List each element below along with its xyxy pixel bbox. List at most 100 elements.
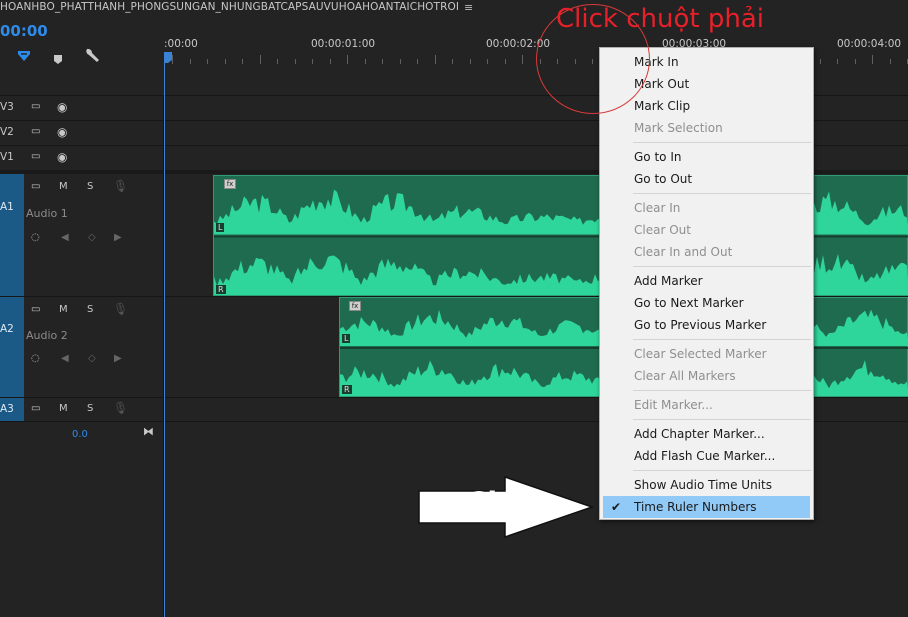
menu-separator [633,193,811,194]
fx-badge: fx [224,179,236,189]
ruler-tick [452,59,453,64]
eye-icon[interactable]: ◉ [57,125,67,139]
ruler-tick [190,59,191,64]
prev-keyframe-icon[interactable]: ◀ [61,353,69,364]
menu-separator [633,266,811,267]
ruler-label: 00:00:04:00 [837,38,902,50]
next-keyframe-icon[interactable]: ▶ [114,353,122,364]
menu-clear-out: Clear Out [634,223,691,237]
track-target-v3[interactable]: V3 [0,101,24,113]
menu-separator [633,390,811,391]
keyframe-icon[interactable]: ◇ [88,353,96,364]
panel-menu-icon[interactable]: ≡ [464,1,473,14]
microphone-icon[interactable]: 🎙 [113,401,128,415]
film-icon[interactable]: ▭ [31,403,40,414]
track-header-a2: A2 ▭ M S 🎙 Audio 2 ◌ ◀ ◇ ▶ [0,297,164,397]
menu-separator [633,470,811,471]
mute-button[interactable]: M [59,403,68,414]
film-icon[interactable]: ▭ [31,151,40,162]
track-name-a1: Audio 1 [26,207,68,220]
fit-icon[interactable]: ⧓ [143,425,154,438]
ruler-tick [470,59,471,64]
menu-go-to-previous-marker[interactable]: Go to Previous Marker [600,314,813,336]
fx-badge: fx [349,301,361,311]
channel-label-l: L [216,223,225,232]
track-name-a2: Audio 2 [26,329,68,342]
track-header-v2: V2 ▭ ◉ [0,121,164,145]
track-target-v1[interactable]: V1 [0,151,24,163]
menu-clear-selected-marker: Clear Selected Marker [634,347,767,361]
menu-separator [633,339,811,340]
menu-mark-selection: Mark Selection [634,121,723,135]
menu-time-ruler-numbers[interactable]: ✔ Time Ruler Numbers [603,496,810,518]
ruler-label: :00:00 [164,38,198,50]
ruler-tick [505,59,506,64]
ruler-context-menu: Mark In Mark Out Mark Clip Mark Selectio… [599,47,814,520]
ruler-label: 00:00:01:00 [311,38,376,50]
track-target-a2[interactable]: A2 [0,323,24,335]
solo-button[interactable]: S [87,304,93,315]
ruler-tick [417,59,418,64]
ruler-tick [522,55,523,64]
keyframe-icon[interactable]: ◇ [88,232,96,243]
track-header-v3: V3 ▭ ◉ [0,96,164,120]
mute-button[interactable]: M [59,304,68,315]
ruler-tick [487,59,488,64]
ruler-tick [295,59,296,64]
menu-add-flash-cue-marker[interactable]: Add Flash Cue Marker... [600,445,813,467]
menu-separator [633,142,811,143]
menu-clear-all-markers: Clear All Markers [634,369,736,383]
ruler-tick [260,55,261,64]
channel-label-r: R [342,385,352,394]
ruler-tick [890,59,891,64]
ruler-tick [820,59,821,64]
menu-show-audio-time-units[interactable]: Show Audio Time Units [600,474,813,496]
menu-time-ruler-numbers-label: Time Ruler Numbers [634,500,757,514]
microphone-icon[interactable]: 🎙 [113,179,128,193]
marker-icon[interactable] [53,50,63,69]
ruler-tick [365,59,366,64]
track-header-a1: A1 ▭ M S 🎙 Audio 1 ◌ ◀ ◇ ▶ [0,174,164,296]
snap-icon[interactable] [16,48,32,67]
volume-knob-icon[interactable]: ◌ [31,232,40,243]
ruler-tick [225,59,226,64]
film-icon[interactable]: ▭ [31,126,40,137]
track-target-a3[interactable]: A3 [0,403,24,415]
ruler-tick [312,59,313,64]
film-icon[interactable]: ▭ [31,101,40,112]
film-icon[interactable]: ▭ [31,181,40,192]
menu-add-chapter-marker[interactable]: Add Chapter Marker... [600,423,813,445]
menu-edit-marker: Edit Marker... [634,398,713,412]
playhead-timecode[interactable]: 00:00 [0,22,48,40]
menu-go-to-out[interactable]: Go to Out [600,168,813,190]
film-icon[interactable]: ▭ [31,304,40,315]
eye-icon[interactable]: ◉ [57,100,67,114]
master-volume[interactable]: 0.0 [72,429,88,440]
checkmark-icon: ✔ [611,500,622,514]
menu-go-to-next-marker[interactable]: Go to Next Marker [600,292,813,314]
annotation-choose: Chọn [466,486,549,520]
track-target-v2[interactable]: V2 [0,126,24,138]
playhead-line[interactable] [164,56,165,617]
ruler-tick [872,55,873,64]
mute-button[interactable]: M [59,181,68,192]
ruler-tick [382,59,383,64]
volume-knob-icon[interactable]: ◌ [31,353,40,364]
track-target-a1[interactable]: A1 [0,201,24,213]
solo-button[interactable]: S [87,181,93,192]
next-keyframe-icon[interactable]: ▶ [114,232,122,243]
microphone-icon[interactable]: 🎙 [113,302,128,316]
prev-keyframe-icon[interactable]: ◀ [61,232,69,243]
ruler-tick [277,59,278,64]
menu-go-to-in[interactable]: Go to In [600,146,813,168]
wrench-icon[interactable] [84,48,100,67]
menu-clear-in-and-out: Clear In and Out [634,245,733,259]
eye-icon[interactable]: ◉ [57,150,67,164]
ruler-tick [242,59,243,64]
solo-button[interactable]: S [87,403,93,414]
menu-add-marker[interactable]: Add Marker [600,270,813,292]
channel-label-r: R [216,285,226,294]
menu-clear-in: Clear In [634,201,681,215]
ruler-tick [837,59,838,64]
ruler-tick [855,59,856,64]
